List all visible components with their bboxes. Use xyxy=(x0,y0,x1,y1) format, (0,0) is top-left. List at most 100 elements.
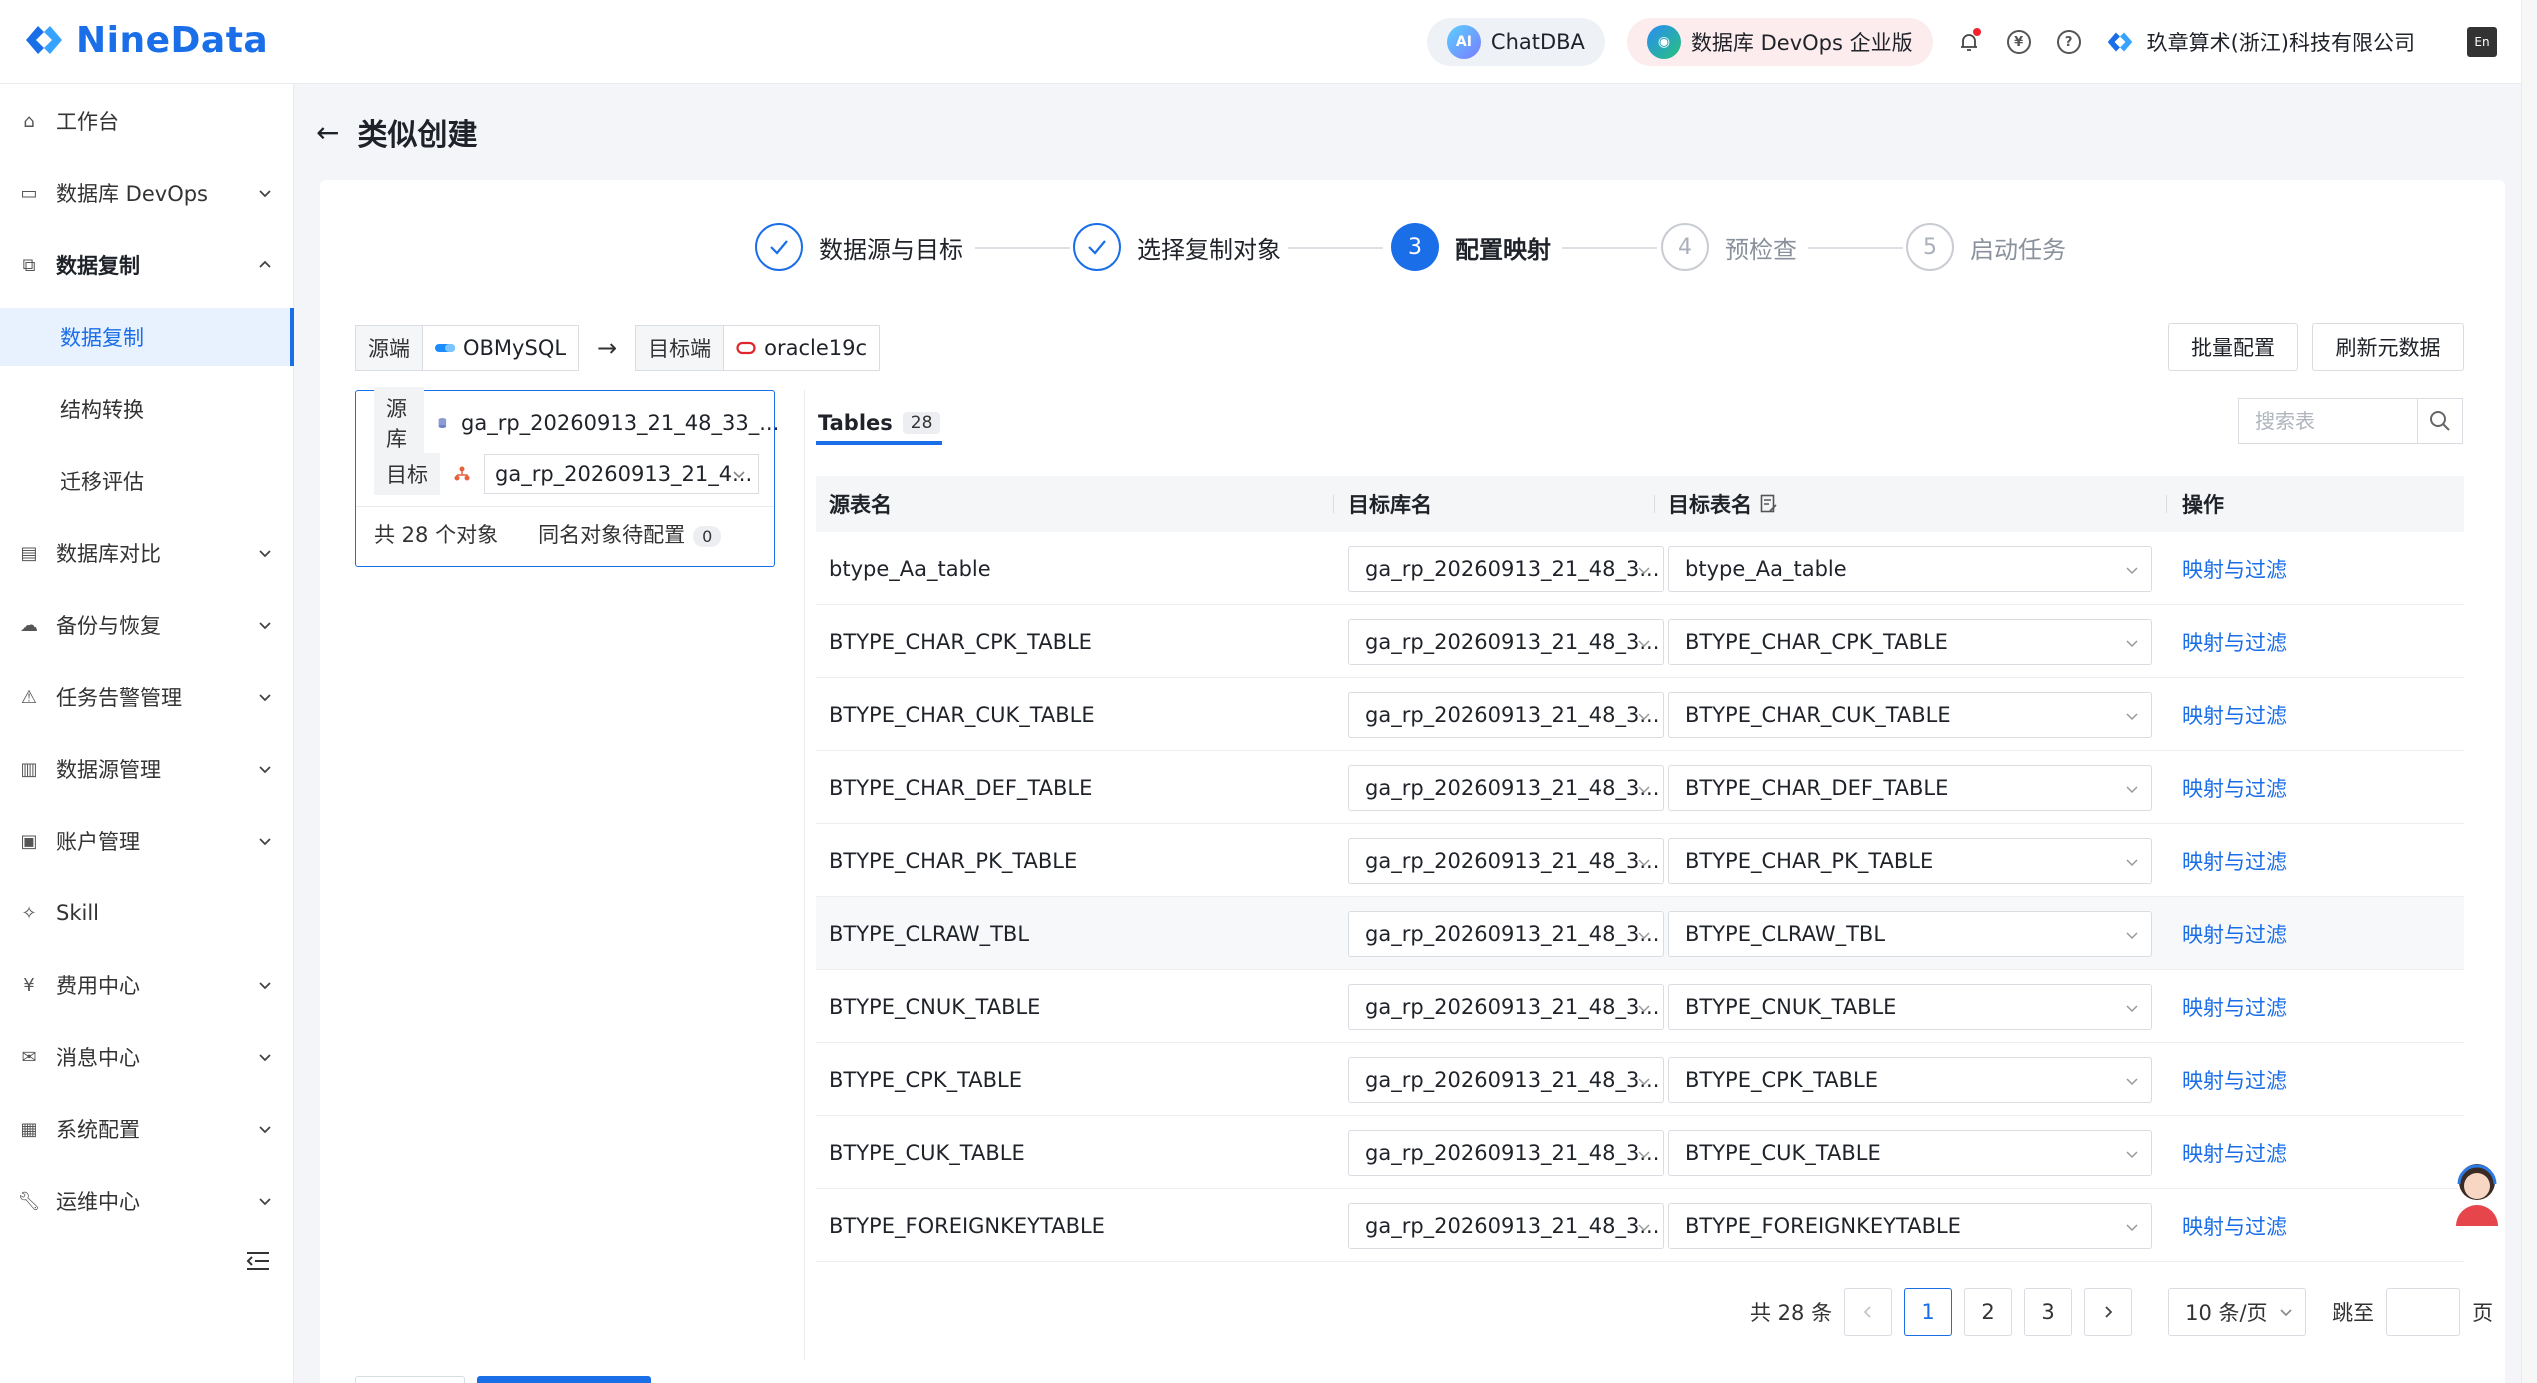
page-button-2[interactable]: 2 xyxy=(1964,1288,2013,1336)
sidebar-item-system-config[interactable]: ▦ 系统配置 xyxy=(0,1100,294,1158)
sidebar-item-replication[interactable]: ⧉ 数据复制 xyxy=(0,236,294,294)
sidebar-item-alerts[interactable]: ⚠ 任务告警管理 xyxy=(0,668,294,726)
sidebar-subitem-migration-assessment[interactable]: 迁移评估 xyxy=(0,452,294,510)
company-switcher[interactable]: 玖章算术(浙江)科技有限公司 xyxy=(2105,27,2415,57)
target-db-select[interactable]: ga_rp_20260913_21_48_3... xyxy=(1348,1130,1664,1176)
sidebar-item-backup[interactable]: ☁ 备份与恢复 xyxy=(0,596,294,654)
step-1[interactable]: 数据源与目标 xyxy=(755,223,963,271)
step-2[interactable]: 选择复制对象 xyxy=(1073,223,1281,271)
prev-page-button[interactable] xyxy=(1844,1288,1893,1336)
chatdba-button[interactable]: AI ChatDBA xyxy=(1426,18,1605,66)
page-button-1[interactable]: 1 xyxy=(1904,1288,1953,1336)
target-table-select[interactable]: BTYPE_CHAR_CUK_TABLE xyxy=(1668,692,2152,738)
sidebar-item-label: Skill xyxy=(56,901,99,925)
search-button[interactable] xyxy=(2417,399,2462,443)
devops-edition-button[interactable]: ◉ 数据库 DevOps 企业版 xyxy=(1626,18,1933,66)
page-size-select[interactable]: 10 条/页 xyxy=(2168,1288,2307,1336)
bell-icon[interactable] xyxy=(1955,28,1983,56)
jump-page-input[interactable] xyxy=(2386,1288,2461,1336)
target-db-select[interactable]: ga_rp_20260913_21_48_3... xyxy=(1348,911,1664,957)
map-filter-link[interactable]: 映射与过滤 xyxy=(2182,678,2287,751)
source-table-name: BTYPE_CLRAW_TBL xyxy=(829,921,1030,946)
page-button-3[interactable]: 3 xyxy=(2024,1288,2073,1336)
step-connector xyxy=(1562,247,1657,249)
target-table-select[interactable]: BTYPE_CUK_TABLE xyxy=(1668,1130,2152,1176)
target-table-select[interactable]: BTYPE_CLRAW_TBL xyxy=(1668,911,2152,957)
target-db-row: 目标 ga_rp_20260913_21_4... xyxy=(374,453,759,495)
next-step-button[interactable] xyxy=(477,1376,651,1383)
target-table-select[interactable]: BTYPE_FOREIGNKEYTABLE xyxy=(1668,1203,2152,1249)
map-filter-link[interactable]: 映射与过滤 xyxy=(2182,605,2287,678)
target-db-select[interactable]: ga_rp_20260913_21_48_3... xyxy=(1348,1057,1664,1103)
chevron-down-icon xyxy=(259,190,271,198)
tab-tables[interactable]: Tables 28 xyxy=(816,405,943,445)
search-input[interactable] xyxy=(2239,399,2417,443)
support-avatar-icon[interactable] xyxy=(2450,1160,2504,1230)
scrollbar[interactable] xyxy=(2521,0,2537,1383)
collapse-sidebar-icon[interactable] xyxy=(245,1250,271,1272)
step-connector xyxy=(975,247,1070,249)
sidebar-item-devops[interactable]: ▭ 数据库 DevOps xyxy=(0,164,294,222)
map-filter-link[interactable]: 映射与过滤 xyxy=(2182,1116,2287,1189)
target-db-select[interactable]: ga_rp_20260913_21_48_3... xyxy=(1348,692,1664,738)
sidebar-item-label: 消息中心 xyxy=(56,1046,140,1070)
map-filter-link[interactable]: 映射与过滤 xyxy=(2182,532,2287,605)
help-icon[interactable]: ? xyxy=(2055,28,2083,56)
map-filter-link[interactable]: 映射与过滤 xyxy=(2182,1043,2287,1116)
back-arrow-icon[interactable]: ← xyxy=(316,116,339,149)
target-db-select[interactable]: ga_rp_20260913_21_48_3... xyxy=(1348,984,1664,1030)
chevron-down-icon xyxy=(1638,1224,1650,1232)
alarm-icon: ⚠ xyxy=(20,686,38,708)
target-table-select[interactable]: BTYPE_CNUK_TABLE xyxy=(1668,984,2152,1030)
language-icon[interactable]: En xyxy=(2467,27,2497,57)
target-table-select[interactable]: BTYPE_CPK_TABLE xyxy=(1668,1057,2152,1103)
sidebar-subitem-replication[interactable]: 数据复制 xyxy=(0,308,294,366)
target-table-select[interactable]: BTYPE_CHAR_PK_TABLE xyxy=(1668,838,2152,884)
schema-mapping-panel[interactable]: 源库 ga_rp_20260913_21_48_33_... 目标 ga_rp_… xyxy=(355,387,779,567)
pending-count-badge: 0 xyxy=(693,526,722,547)
sidebar-item-db-compare[interactable]: ▤ 数据库对比 xyxy=(0,524,294,582)
yen-icon[interactable]: ¥ xyxy=(2005,28,2033,56)
target-table-value: BTYPE_FOREIGNKEYTABLE xyxy=(1685,1214,1961,1238)
ai-icon: AI xyxy=(1446,25,1481,59)
sidebar-item-skill[interactable]: ✧ Skill xyxy=(0,884,294,942)
source-db-label: 源库 xyxy=(374,387,425,459)
next-page-button[interactable] xyxy=(2084,1288,2133,1336)
sidebar-item-messages[interactable]: ✉ 消息中心 xyxy=(0,1028,294,1086)
target-db-select[interactable]: ga_rp_20260913_21_48_3... xyxy=(1348,546,1664,592)
target-db-select[interactable]: ga_rp_20260913_21_48_3... xyxy=(1348,838,1664,884)
map-filter-link[interactable]: 映射与过滤 xyxy=(2182,751,2287,824)
edit-doc-icon[interactable] xyxy=(1760,494,1778,514)
sidebar-item-ops-center[interactable]: 🔧︎ 运维中心 xyxy=(0,1172,294,1230)
refresh-metadata-button[interactable]: 刷新元数据 xyxy=(2312,323,2464,371)
sidebar-item-label: 任务告警管理 xyxy=(56,686,182,710)
map-filter-link[interactable]: 映射与过滤 xyxy=(2182,824,2287,897)
step-connector xyxy=(1808,247,1903,249)
target-db-select[interactable]: ga_rp_20260913_21_48_3... xyxy=(1348,1203,1664,1249)
target-db-select[interactable]: ga_rp_20260913_21_4... xyxy=(484,454,759,494)
target-table-select[interactable]: btype_Aa_table xyxy=(1668,546,2152,592)
sidebar-item-workbench[interactable]: ⌂ 工作台 xyxy=(0,92,294,150)
compare-icon: ▤ xyxy=(20,542,38,564)
wizard-steps: 数据源与目标 选择复制对象 3 配置映射 4 预检查 5 启动任务 xyxy=(320,223,2505,279)
target-table-select[interactable]: BTYPE_CHAR_CPK_TABLE xyxy=(1668,619,2152,665)
source-tag: 源端 OBMySQL xyxy=(355,325,580,371)
sidebar-item-datasource[interactable]: ▥ 数据源管理 xyxy=(0,740,294,798)
target-table-select[interactable]: BTYPE_CHAR_DEF_TABLE xyxy=(1668,765,2152,811)
logo[interactable]: NineData xyxy=(22,18,268,62)
sidebar-item-billing[interactable]: ¥ 费用中心 xyxy=(0,956,294,1014)
target-db-select[interactable]: ga_rp_20260913_21_48_3... xyxy=(1348,765,1664,811)
sidebar-item-label: 迁移评估 xyxy=(60,470,144,494)
map-filter-link[interactable]: 映射与过滤 xyxy=(2182,897,2287,970)
sidebar-item-accounts[interactable]: ▣ 账户管理 xyxy=(0,812,294,870)
step-3[interactable]: 3 配置映射 xyxy=(1391,223,1551,271)
target-db-select[interactable]: ga_rp_20260913_21_48_3... xyxy=(1348,619,1664,665)
table-search xyxy=(2238,398,2463,444)
column-separator xyxy=(1654,495,1655,513)
batch-config-button[interactable]: 批量配置 xyxy=(2168,323,2298,371)
map-filter-link[interactable]: 映射与过滤 xyxy=(2182,970,2287,1043)
map-filter-link[interactable]: 映射与过滤 xyxy=(2182,1189,2287,1262)
step-4: 4 预检查 xyxy=(1661,223,1797,271)
sidebar-subitem-schema-conversion[interactable]: 结构转换 xyxy=(0,380,294,438)
previous-step-button[interactable] xyxy=(355,1376,465,1383)
